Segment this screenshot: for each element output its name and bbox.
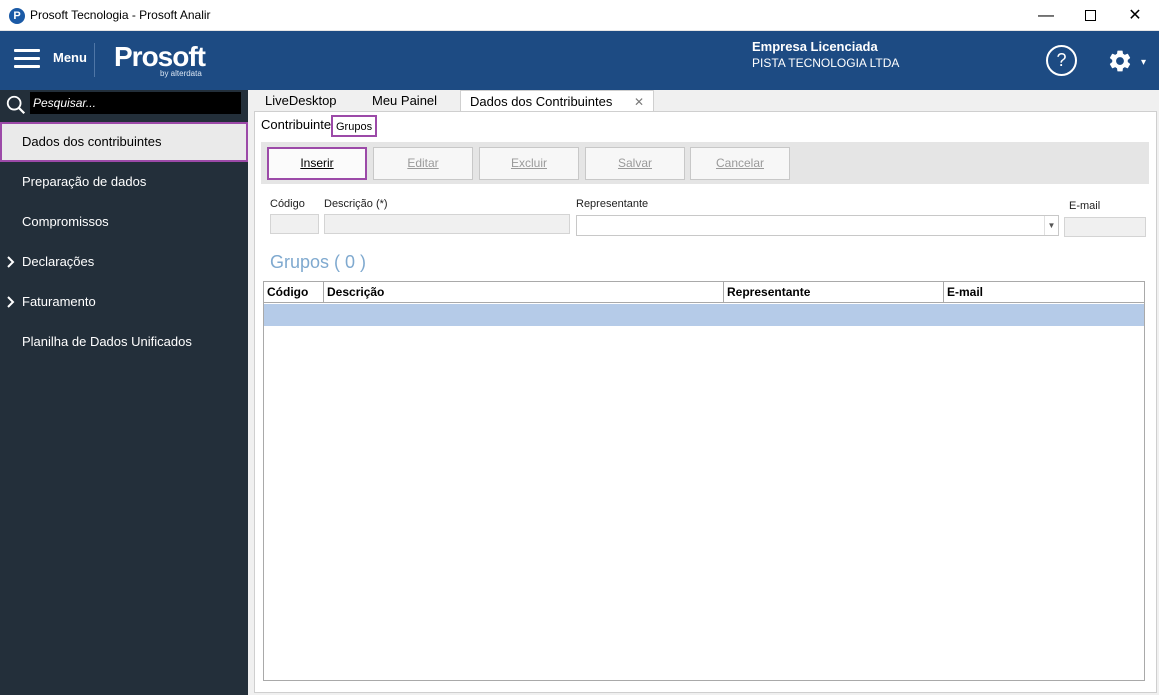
editar-button[interactable]: Editar xyxy=(373,147,473,180)
action-toolbar: Inserir Editar Excluir Salvar Cancelar xyxy=(261,142,1149,184)
tab-meu-painel[interactable]: Meu Painel xyxy=(363,90,446,111)
sidebar-item-label: Planilha de Dados Unificados xyxy=(22,334,192,349)
app-header: Menu Prosoft by alterdata Empresa Licenc… xyxy=(0,31,1159,90)
grid-header: Código Descrição Representante E-mail xyxy=(264,282,1144,303)
gear-icon xyxy=(1109,50,1131,72)
sidebar-item-label: Faturamento xyxy=(22,294,96,309)
logo-subtitle: by alterdata xyxy=(160,69,202,78)
inserir-button[interactable]: Inserir xyxy=(267,147,367,180)
tab-label: Meu Painel xyxy=(372,93,438,108)
groups-grid: Código Descrição Representante E-mail xyxy=(263,281,1145,681)
sidebar-item-label: Declarações xyxy=(22,254,95,269)
chevron-down-icon[interactable]: ▼ xyxy=(1044,216,1058,235)
help-button[interactable]: ? xyxy=(1046,45,1077,76)
sidebar-item-planilha-de-dados-unificados[interactable]: Planilha de Dados Unificados xyxy=(0,322,248,362)
sidebar-item-label: Dados dos contribuintes xyxy=(22,134,162,149)
maximize-button[interactable] xyxy=(1067,0,1113,31)
tab-livedesktop[interactable]: LiveDesktop xyxy=(256,90,346,111)
main-area: LiveDesktop Meu Painel Dados dos Contrib… xyxy=(248,90,1159,695)
grid-selected-row[interactable] xyxy=(264,304,1144,326)
groups-count-title: Grupos ( 0 ) xyxy=(270,252,367,272)
codigo-field[interactable] xyxy=(270,214,319,234)
tab-label: LiveDesktop xyxy=(265,93,337,108)
close-button[interactable]: ✕ xyxy=(1112,0,1158,31)
window-titlebar: P Prosoft Tecnologia - Prosoft Analir — … xyxy=(0,0,1159,31)
hamburger-menu-icon[interactable] xyxy=(14,49,40,69)
sidebar-item-compromissos[interactable]: Compromissos xyxy=(0,202,248,242)
grid-header-codigo[interactable]: Código xyxy=(264,282,324,303)
app-icon: P xyxy=(9,8,25,24)
sidebar-item-declaracoes[interactable]: Declarações xyxy=(0,242,248,282)
window-title: Prosoft Tecnologia - Prosoft Analir xyxy=(30,8,211,22)
sidebar-item-dados-dos-contribuintes[interactable]: Dados dos contribuintes xyxy=(0,122,248,162)
email-label: E-mail xyxy=(1069,200,1101,212)
tab-bar: LiveDesktop Meu Painel Dados dos Contrib… xyxy=(248,90,1159,112)
salvar-button[interactable]: Salvar xyxy=(585,147,685,180)
sidebar-item-preparacao-de-dados[interactable]: Preparação de dados xyxy=(0,162,248,202)
sidebar: Dados dos contribuintes Preparação de da… xyxy=(0,90,248,695)
search-input[interactable] xyxy=(30,92,241,114)
chevron-right-icon xyxy=(7,296,15,308)
subtab-grupos[interactable]: Grupos xyxy=(331,115,378,137)
grid-header-representante[interactable]: Representante xyxy=(724,282,944,303)
menu-button[interactable]: Menu xyxy=(53,50,87,65)
content-panel: Contribuinte Grupos Inserir Editar Exclu… xyxy=(254,111,1157,693)
sidebar-search xyxy=(0,90,248,122)
company-name: PISTA TECNOLOGIA LTDA xyxy=(752,56,900,70)
tab-dados-dos-contribuintes[interactable]: Dados dos Contribuintes ✕ xyxy=(460,90,655,112)
sidebar-item-label: Compromissos xyxy=(22,214,109,229)
descricao-label: Descrição (*) xyxy=(324,198,388,210)
header-divider xyxy=(94,43,95,77)
settings-button[interactable]: ▾ xyxy=(1105,45,1147,76)
representante-select[interactable]: ▼ xyxy=(576,215,1059,236)
codigo-label: Código xyxy=(270,198,305,210)
email-field[interactable] xyxy=(1064,217,1146,237)
company-title: Empresa Licenciada xyxy=(752,39,878,54)
grid-header-descricao[interactable]: Descrição xyxy=(324,282,724,303)
cancelar-button[interactable]: Cancelar xyxy=(690,147,790,180)
sidebar-item-faturamento[interactable]: Faturamento xyxy=(0,282,248,322)
sidebar-item-label: Preparação de dados xyxy=(22,174,147,189)
close-tab-icon[interactable]: ✕ xyxy=(634,95,644,109)
grid-header-email[interactable]: E-mail xyxy=(944,282,1144,303)
minimize-button[interactable]: — xyxy=(1023,0,1069,31)
tab-label: Dados dos Contribuintes xyxy=(470,94,613,109)
representante-label: Representante xyxy=(576,198,649,210)
maximize-icon xyxy=(1084,10,1096,22)
chevron-right-icon xyxy=(7,256,15,268)
chevron-down-icon: ▾ xyxy=(1141,57,1147,68)
search-icon[interactable] xyxy=(5,94,27,116)
excluir-button[interactable]: Excluir xyxy=(479,147,579,180)
descricao-field[interactable] xyxy=(324,214,570,234)
subtab-contribuinte[interactable]: Contribuinte xyxy=(259,115,333,137)
